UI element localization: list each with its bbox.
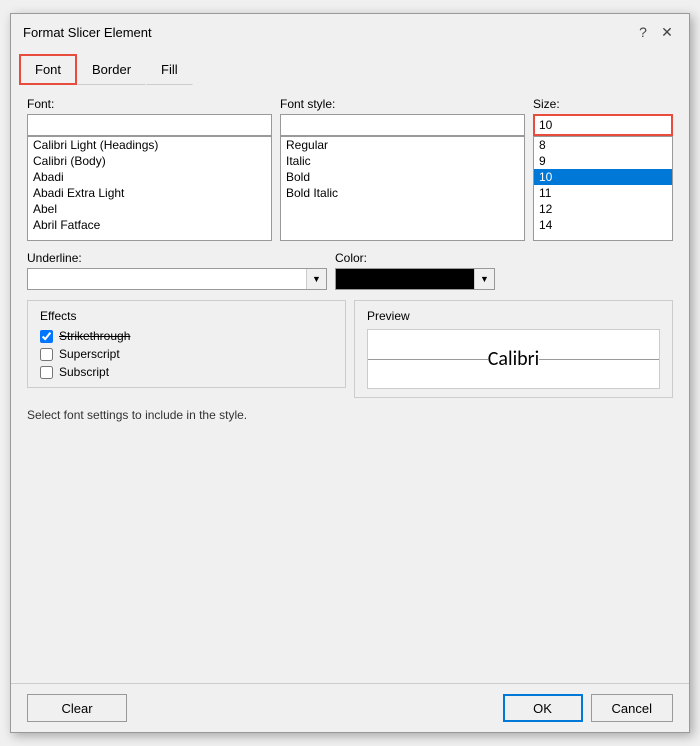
tabs-bar: Font Border Fill [11, 54, 689, 85]
dialog-title: Format Slicer Element [23, 25, 152, 40]
color-dropdown-arrow[interactable]: ▼ [474, 269, 494, 289]
color-select-wrapper[interactable]: ▼ [335, 268, 495, 290]
hint-text: Select font settings to include in the s… [27, 408, 673, 422]
underline-select[interactable]: Single Double [28, 269, 306, 289]
font-style-group: Font style: Regular Italic Bold Bold Ita… [280, 97, 525, 241]
size-input-wrapper [533, 114, 673, 136]
size-listbox[interactable]: 8 9 10 11 12 14 [533, 136, 673, 241]
color-group: Color: ▼ [335, 251, 673, 290]
strikethrough-label: Strikethrough [59, 329, 130, 343]
close-button[interactable]: ✕ [657, 22, 677, 42]
font-item[interactable]: Abril Fatface [28, 217, 271, 233]
preview-title: Preview [367, 309, 660, 323]
checkbox-group: Strikethrough Superscript Subscript [40, 329, 333, 379]
tab-content: Font: Calibri Light (Headings) Calibri (… [11, 85, 689, 679]
font-label: Font: [27, 97, 272, 111]
clear-button[interactable]: Clear [27, 694, 127, 722]
preview-inner: Calibri [368, 347, 659, 371]
font-item[interactable]: Calibri (Body) [28, 153, 271, 169]
font-group: Font: Calibri Light (Headings) Calibri (… [27, 97, 272, 241]
underline-select-wrapper[interactable]: Single Double ▼ [27, 268, 327, 290]
font-style-label: Font style: [280, 97, 525, 111]
preview-section: Preview Calibri [354, 300, 673, 398]
size-item[interactable]: 12 [534, 201, 672, 217]
strikethrough-checkbox[interactable] [40, 330, 53, 343]
font-item[interactable]: Abadi [28, 169, 271, 185]
underline-color-row: Underline: Single Double ▼ Color: ▼ [27, 251, 673, 290]
format-slicer-dialog: Format Slicer Element ? ✕ Font Border Fi… [10, 13, 690, 733]
preview-line-right [539, 359, 659, 360]
footer-right: OK Cancel [503, 694, 673, 722]
size-item[interactable]: 11 [534, 185, 672, 201]
effects-title: Effects [40, 309, 333, 323]
effects-preview-row: Effects Strikethrough Superscript Subscr… [27, 300, 673, 398]
color-label: Color: [335, 251, 673, 265]
title-bar: Format Slicer Element ? ✕ [11, 14, 689, 50]
size-input[interactable] [533, 114, 673, 136]
style-item[interactable]: Bold Italic [281, 185, 524, 201]
preview-box: Calibri [367, 329, 660, 389]
font-listbox[interactable]: Calibri Light (Headings) Calibri (Body) … [27, 136, 272, 241]
superscript-label: Superscript [59, 347, 120, 361]
tab-fill[interactable]: Fill [146, 54, 193, 85]
style-item[interactable]: Italic [281, 153, 524, 169]
strikethrough-item: Strikethrough [40, 329, 333, 343]
size-item[interactable]: 9 [534, 153, 672, 169]
subscript-checkbox[interactable] [40, 366, 53, 379]
font-row: Font: Calibri Light (Headings) Calibri (… [27, 97, 673, 241]
font-style-listbox[interactable]: Regular Italic Bold Bold Italic [280, 136, 525, 241]
size-item-selected[interactable]: 10 [534, 169, 672, 185]
style-item[interactable]: Regular [281, 137, 524, 153]
effects-section: Effects Strikethrough Superscript Subscr… [27, 300, 346, 388]
font-style-input[interactable] [280, 114, 525, 136]
underline-group: Underline: Single Double ▼ [27, 251, 327, 290]
help-button[interactable]: ? [633, 22, 653, 42]
superscript-item: Superscript [40, 347, 333, 361]
ok-button[interactable]: OK [503, 694, 583, 722]
tab-border[interactable]: Border [77, 54, 146, 85]
font-item[interactable]: Abel [28, 201, 271, 217]
subscript-label: Subscript [59, 365, 109, 379]
color-swatch [336, 269, 474, 289]
preview-text: Calibri [488, 347, 540, 371]
underline-dropdown-arrow[interactable]: ▼ [306, 269, 326, 289]
font-input[interactable] [27, 114, 272, 136]
dialog-footer: Clear OK Cancel [11, 683, 689, 732]
font-item[interactable]: Calibri Light (Headings) [28, 137, 271, 153]
size-item[interactable]: 14 [534, 217, 672, 233]
footer-left: Clear [27, 694, 127, 722]
size-item[interactable]: 8 [534, 137, 672, 153]
cancel-button[interactable]: Cancel [591, 694, 673, 722]
superscript-checkbox[interactable] [40, 348, 53, 361]
tab-font[interactable]: Font [19, 54, 77, 85]
size-group: Size: 8 9 10 11 12 14 [533, 97, 673, 241]
style-item[interactable]: Bold [281, 169, 524, 185]
underline-label: Underline: [27, 251, 327, 265]
size-label: Size: [533, 97, 673, 111]
preview-line-left [368, 359, 488, 360]
font-item[interactable]: Abadi Extra Light [28, 185, 271, 201]
subscript-item: Subscript [40, 365, 333, 379]
